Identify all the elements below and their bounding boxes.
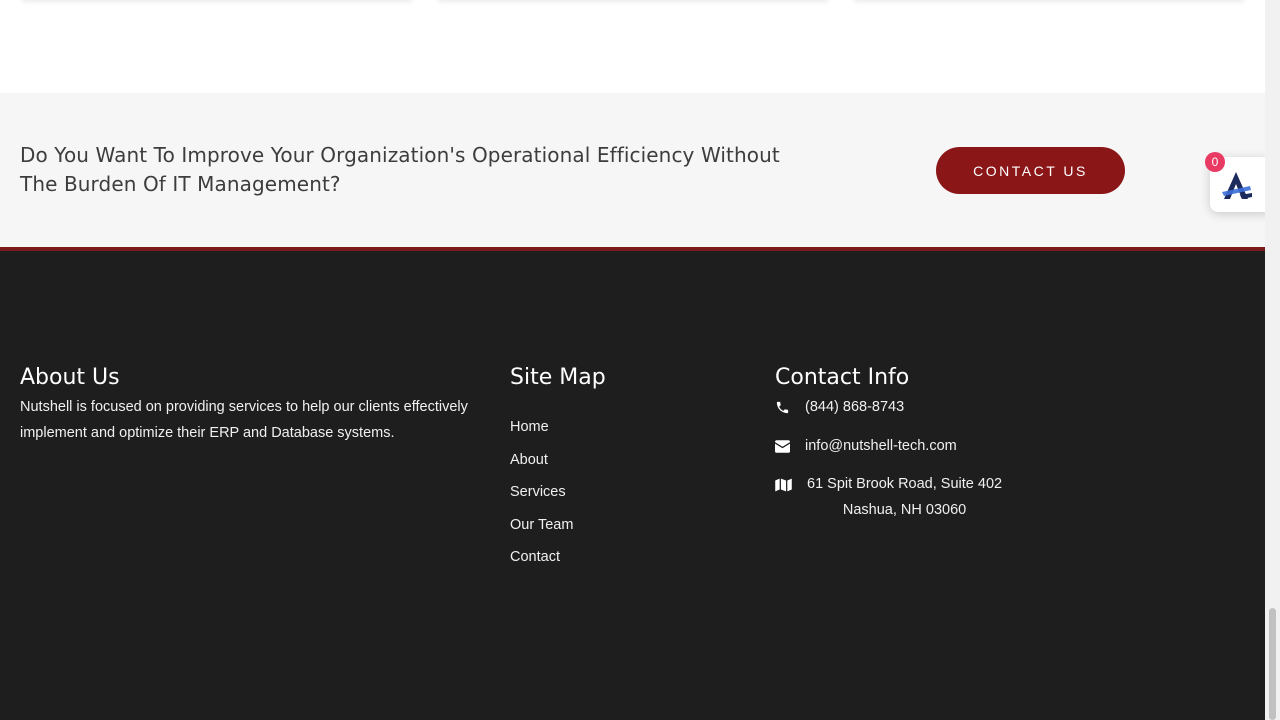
accessibility-widget-icon [1220, 168, 1254, 207]
site-map-link-home[interactable]: Home [510, 419, 549, 435]
contact-email-row: info@nutshell-tech.com [775, 433, 957, 459]
scrollbar-thumb[interactable] [1269, 608, 1276, 720]
contact-email[interactable]: info@nutshell-tech.com [805, 433, 957, 459]
about-us-text: Nutshell is focused on providing service… [20, 399, 468, 441]
address-line-2: Nashua, NH 03060 [842, 502, 967, 518]
cta-banner: Do You Want To Improve Your Organization… [0, 93, 1265, 251]
site-map-title: Site Map [510, 365, 606, 390]
site-map-list: Home About Services Our Team Contact [510, 411, 573, 574]
site-map-link-about[interactable]: About [510, 452, 548, 468]
site-map-item: Home [510, 411, 573, 444]
contact-info-title: Contact Info [775, 365, 910, 390]
contact-us-button[interactable]: CONTACT US [936, 147, 1125, 194]
contact-phone-row: (844) 868-8743 [775, 394, 904, 420]
site-map-link-services[interactable]: Services [510, 484, 566, 500]
map-icon [775, 478, 792, 494]
site-map-item: Services [510, 476, 573, 509]
site-map-item: Contact [510, 541, 573, 574]
cta-heading: Do You Want To Improve Your Organization… [20, 143, 780, 196]
notification-badge: 0 [1205, 152, 1225, 172]
address-line-1: 61 Spit Brook Road, Suite 402 [807, 476, 1003, 492]
contact-address: 61 Spit Brook Road, Suite 402 Nashua, NH… [807, 471, 1002, 523]
site-map-item: About [510, 444, 573, 477]
page-scrollbar[interactable] [1265, 0, 1280, 720]
page: Do You Want To Improve Your Organization… [0, 0, 1265, 720]
previous-section-cards [0, 0, 1265, 8]
site-map-item: Our Team [510, 509, 573, 542]
site-map-link-our-team[interactable]: Our Team [510, 517, 573, 533]
site-footer: About Us Nutshell is focused on providin… [0, 251, 1265, 720]
site-map-link-contact[interactable]: Contact [510, 549, 560, 565]
envelope-icon [775, 440, 791, 456]
phone-icon [775, 400, 791, 416]
contact-address-row: 61 Spit Brook Road, Suite 402 Nashua, NH… [775, 471, 1002, 523]
contact-phone[interactable]: (844) 868-8743 [805, 394, 904, 420]
about-us-title: About Us [20, 365, 120, 390]
